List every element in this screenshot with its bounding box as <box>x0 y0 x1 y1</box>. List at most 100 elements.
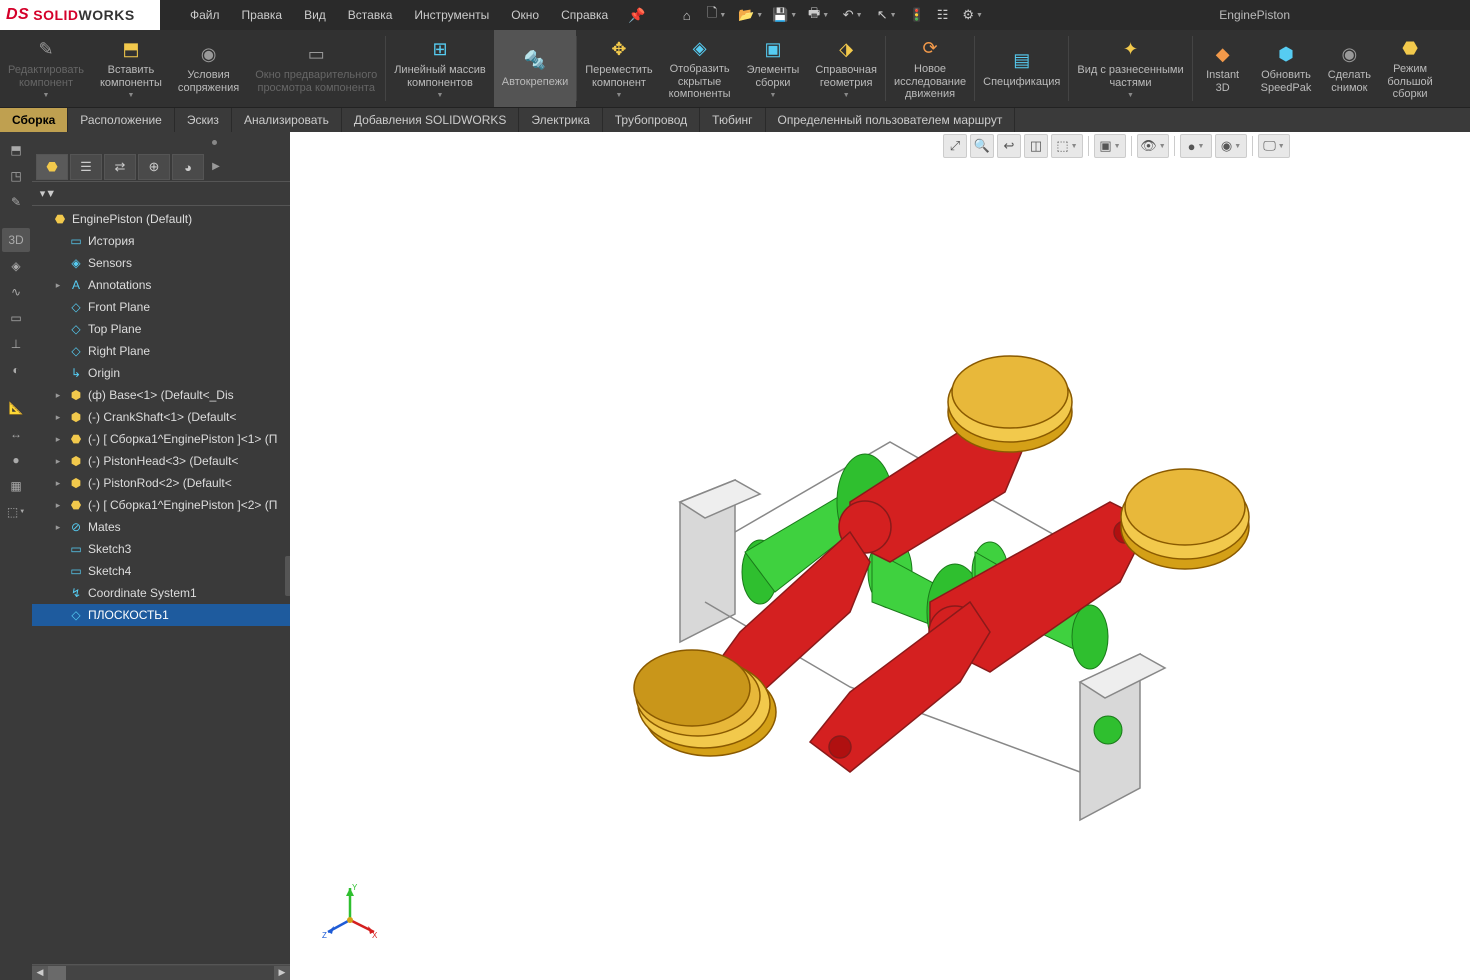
hide-show-icon[interactable]: 👁▼ <box>1137 134 1169 158</box>
tree-item[interactable]: ↯Coordinate System1 <box>32 582 290 604</box>
ribbon-tab-сборка[interactable]: Сборка <box>0 108 68 132</box>
expand-icon[interactable]: ▸ <box>52 500 64 511</box>
ls-dim-icon[interactable]: ↔ <box>2 422 30 446</box>
tree-item[interactable]: ▸⬣(-) [ Сборка1^EnginePiston ]<1> (П <box>32 428 290 450</box>
home-icon[interactable]: ⌂ <box>676 4 698 26</box>
tree-item[interactable]: ▭Sketch4 <box>32 560 290 582</box>
ls-eval-icon[interactable]: 📐 <box>2 396 30 420</box>
tree-item[interactable]: ◇Front Plane <box>32 296 290 318</box>
ls-sheet-icon[interactable]: ▭ <box>2 306 30 330</box>
tree-item[interactable]: ▸⬣(-) [ Сборка1^EnginePiston ]<2> (П <box>32 494 290 516</box>
scroll-right-icon[interactable]: ▶ <box>274 966 290 980</box>
menu-вставка[interactable]: Вставка <box>338 2 403 28</box>
expand-icon[interactable]: ▸ <box>52 280 64 291</box>
pin-icon[interactable]: 📌 <box>628 7 645 24</box>
ref-geometry-button[interactable]: ⬗Справочнаягеометрия▼ <box>807 30 885 107</box>
update-speedpak-button[interactable]: ⬢ОбновитьSpeedPak <box>1253 30 1320 107</box>
panel-grip[interactable] <box>32 132 290 140</box>
snapshot-button[interactable]: ◉Сделатьснимок <box>1319 30 1379 107</box>
tree-h-scrollbar[interactable]: ◀ ▶ <box>32 964 290 980</box>
ls-3d-icon[interactable]: 3D <box>2 228 30 252</box>
tree-tabs-more-icon[interactable]: ▶ <box>206 154 226 179</box>
scroll-track[interactable] <box>48 966 274 980</box>
new-motion-study-button[interactable]: ⟳Новоеисследованиедвижения <box>886 30 974 107</box>
scene-icon[interactable]: ◉▼ <box>1215 134 1247 158</box>
tree-item[interactable]: ▭История <box>32 230 290 252</box>
tree-item[interactable]: ▸⬢(ф) Base<1> (Default<_Dis <box>32 384 290 406</box>
expand-icon[interactable]: ▸ <box>52 390 64 401</box>
ribbon-tab-трубопровод[interactable]: Трубопровод <box>603 108 700 132</box>
menu-справка[interactable]: Справка <box>551 2 618 28</box>
new-icon[interactable]: 🗋▼ <box>702 4 732 26</box>
ls-surf-icon[interactable]: ◈ <box>2 254 30 278</box>
filter-icon[interactable]: ▾▼ <box>36 184 60 204</box>
tree-item[interactable]: ▭Sketch3 <box>32 538 290 560</box>
instant3d-button[interactable]: ◆Instant3D <box>1193 30 1253 107</box>
bom-button[interactable]: ▤Спецификация <box>975 30 1068 107</box>
insert-components-button[interactable]: ⬒Вставитькомпоненты▼ <box>92 30 170 107</box>
exploded-view-button[interactable]: ✦Вид с разнесеннымичастями▼ <box>1069 30 1191 107</box>
ribbon-tab-электрика[interactable]: Электрика <box>519 108 602 132</box>
smart-fasteners-button[interactable]: 🔩Автокрепежи <box>494 30 576 107</box>
expand-icon[interactable]: ▸ <box>52 412 64 423</box>
ls-assembly-icon[interactable]: ⬒ <box>2 138 30 162</box>
assembly-features-button[interactable]: ▣Элементысборки▼ <box>739 30 808 107</box>
expand-icon[interactable]: ▸ <box>52 522 64 533</box>
scroll-thumb[interactable] <box>48 966 66 980</box>
undo-icon[interactable]: ↶▼ <box>838 4 868 26</box>
menu-инструменты[interactable]: Инструменты <box>404 2 499 28</box>
ls-mold-icon[interactable]: ◐ <box>2 358 30 382</box>
graphics-viewport[interactable]: X Y Z <box>290 132 1470 980</box>
ls-curve-icon[interactable]: ∿ <box>2 280 30 304</box>
mate-button[interactable]: ◉Условиясопряжения <box>170 30 247 107</box>
expand-icon[interactable]: ▸ <box>52 434 64 445</box>
ls-sketch-icon[interactable]: ✎ <box>2 190 30 214</box>
view-orient-icon[interactable]: ⬚▼ <box>1051 134 1083 158</box>
ls-weld-icon[interactable]: ⊥ <box>2 332 30 356</box>
ribbon-tab-добавления-solidworks[interactable]: Добавления SOLIDWORKS <box>342 108 520 132</box>
orientation-triad[interactable]: X Y Z <box>320 880 380 940</box>
tree-item[interactable]: ◇ПЛОСКОСТЬ1 <box>32 604 290 626</box>
display-mgr-icon[interactable]: ◕ <box>172 154 204 180</box>
appearance-icon[interactable]: ●▼ <box>1180 134 1212 158</box>
ribbon-tab-тюбинг[interactable]: Тюбинг <box>700 108 765 132</box>
menu-файл[interactable]: Файл <box>180 2 230 28</box>
save-icon[interactable]: 💾▼ <box>770 4 800 26</box>
tree-item[interactable]: ◇Right Plane <box>32 340 290 362</box>
tree-item[interactable]: ▸⊘Mates <box>32 516 290 538</box>
rebuild-icon[interactable]: 🚦 <box>906 4 928 26</box>
open-icon[interactable]: 📂▼ <box>736 4 766 26</box>
property-mgr-icon[interactable]: ☰ <box>70 154 102 180</box>
menu-окно[interactable]: Окно <box>501 2 549 28</box>
move-component-button[interactable]: ✥Переместитькомпонент▼ <box>577 30 660 107</box>
ls-part-icon[interactable]: ◳ <box>2 164 30 188</box>
ribbon-tab-эскиз[interactable]: Эскиз <box>175 108 232 132</box>
show-hidden-button[interactable]: ◈Отобразитьскрытыекомпоненты <box>661 30 739 107</box>
settings-icon[interactable]: ⚙▼ <box>958 4 988 26</box>
config-mgr-icon[interactable]: ⇄ <box>104 154 136 180</box>
expand-icon[interactable]: ▸ <box>52 456 64 467</box>
zoom-area-icon[interactable]: 🔍 <box>970 134 994 158</box>
display-style-icon[interactable]: ▣▼ <box>1094 134 1126 158</box>
dimxpert-icon[interactable]: ⊕ <box>138 154 170 180</box>
select-icon[interactable]: ↖▼ <box>872 4 902 26</box>
ribbon-tab-анализировать[interactable]: Анализировать <box>232 108 342 132</box>
large-assembly-button[interactable]: ⬣Режимбольшойсборки <box>1379 30 1440 107</box>
prev-view-icon[interactable]: ↩ <box>997 134 1021 158</box>
menu-вид[interactable]: Вид <box>294 2 336 28</box>
ribbon-tab-определенный-пользователем-маршрут[interactable]: Определенный пользователем маршрут <box>766 108 1016 132</box>
tree-item[interactable]: ▸⬢(-) PistonRod<2> (Default< <box>32 472 290 494</box>
ls-more-icon[interactable]: ⬚▼ <box>2 500 30 524</box>
ls-render-icon[interactable]: ● <box>2 448 30 472</box>
tree-item[interactable]: ⬣EnginePiston (Default) <box>32 208 290 230</box>
ls-tb-icon[interactable]: ▦ <box>2 474 30 498</box>
menu-правка[interactable]: Правка <box>232 2 293 28</box>
expand-icon[interactable]: ▸ <box>52 478 64 489</box>
ribbon-tab-расположение[interactable]: Расположение <box>68 108 175 132</box>
options-icon[interactable]: ☷ <box>932 4 954 26</box>
tree-item[interactable]: ↳Origin <box>32 362 290 384</box>
tree-item[interactable]: ▸⬢(-) CrankShaft<1> (Default< <box>32 406 290 428</box>
section-icon[interactable]: ◫ <box>1024 134 1048 158</box>
tree-item[interactable]: ◈Sensors <box>32 252 290 274</box>
linear-pattern-button[interactable]: ⊞Линейный массивкомпонентов▼ <box>386 30 494 107</box>
